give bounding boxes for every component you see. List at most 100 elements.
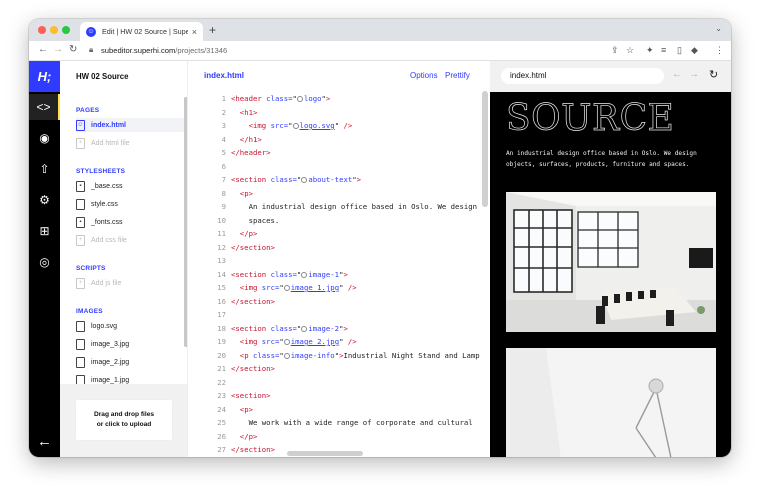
add-js-file-button[interactable]: + Add js file (76, 276, 184, 290)
add-file-icon: + (76, 234, 85, 246)
lock-icon: 🔒︎ (89, 45, 94, 54)
code-line: 24 <p> (217, 404, 253, 414)
new-tab-icon[interactable]: + (209, 23, 216, 37)
add-file-icon: + (76, 277, 85, 289)
code-line: 10 spaces. (217, 215, 280, 225)
code-line: 22 (217, 377, 226, 387)
project-title: HW 02 Source (76, 72, 129, 81)
preview-forward-icon[interactable]: → (689, 69, 699, 80)
code-line: 4 </h1> (221, 134, 262, 144)
file-label: _fonts.css (91, 218, 123, 226)
file-label: image_1.jpg (91, 376, 130, 384)
file-item-logo-svg[interactable]: logo.svg (76, 319, 184, 333)
file-item-index-html[interactable]: ☺ index.html (76, 118, 184, 132)
sitemap-icon[interactable]: ⊞ (29, 218, 60, 244)
back-arrow-icon[interactable]: ← (38, 44, 48, 55)
dropzone-line-1: Drag and drop files (93, 411, 155, 419)
file-item-image-2[interactable]: image_2.jpg (76, 355, 184, 369)
add-css-file-button[interactable]: + Add css file (76, 233, 184, 247)
minimize-window-button[interactable] (50, 26, 58, 34)
code-line: 23 <section> (217, 391, 271, 400)
maximize-window-button[interactable] (62, 26, 70, 34)
publish-icon[interactable]: ◎ (29, 249, 60, 275)
file-label: image_3.jpg (91, 340, 130, 348)
file-item-fonts-css[interactable]: ▪ _fonts.css (76, 215, 184, 229)
preview-url-field[interactable]: index.html (501, 68, 664, 84)
tab-menu-chevron-icon[interactable]: ⌄ (715, 24, 722, 33)
address-toolbar: ← → ↻ 🔒︎ subeditor.superhi.com/projects/… (29, 41, 731, 61)
tab-close-icon[interactable]: × (192, 27, 197, 37)
editor-horizontal-scrollbar[interactable] (287, 451, 363, 456)
css-file-icon (76, 198, 85, 210)
file-list: PAGES ☺ index.html + Add html file STYLESH… (60, 103, 187, 384)
code-line: 1 <header class=" logo"> (221, 94, 331, 103)
code-line: 9 An industrial design office based in O… (221, 202, 478, 211)
code-line: 20 <p class=" image-info">Industrial Nigh… (217, 350, 480, 360)
code-line: 25 We work with a wide range of corporat… (217, 418, 473, 427)
add-css-label: Add css file (91, 236, 127, 244)
image-file-icon (76, 320, 85, 332)
code-line: 16 </section> (217, 296, 275, 306)
reload-icon[interactable]: ↻ (69, 44, 77, 55)
code-line: 18 <section class=" image-2"> (217, 323, 348, 333)
add-js-label: Add js file (91, 279, 122, 287)
image-file-icon (76, 338, 85, 350)
preview-reload-icon[interactable]: ↻ (709, 68, 718, 81)
code-icon[interactable]: <> (29, 94, 60, 120)
file-item-image-3[interactable]: image_3.jpg (76, 337, 184, 351)
icon-rail: H; <> ◉ ⇧ ⚙ ⊞ ◎ ← (29, 61, 60, 457)
bookmark-star-icon[interactable]: ☆ (626, 45, 634, 56)
add-file-icon: + (76, 137, 85, 149)
superhi-logo-icon[interactable]: H; (29, 61, 60, 92)
lock-file-icon: ▪ (76, 216, 85, 228)
side-panel-icon[interactable]: ▯ (677, 45, 682, 56)
preview-eye-icon[interactable]: ◉ (29, 125, 60, 151)
share-icon[interactable]: ⇪ (611, 45, 619, 56)
extensions-puzzle-icon[interactable]: ✦ (646, 45, 654, 56)
close-window-button[interactable] (38, 26, 46, 34)
reading-list-icon[interactable]: ≡ (661, 45, 666, 55)
preview-logo: SOURCE (506, 98, 675, 139)
superhi-editor-app: H; <> ◉ ⇧ ⚙ ⊞ ◎ ← HW 02 Source PAGES ☺ in… (29, 61, 731, 457)
file-item-base-css[interactable]: ▪ _base.css (76, 179, 184, 193)
extension-icon[interactable]: ◆ (691, 45, 698, 56)
live-preview: index.html ← → ↻ SOURCE An industrial de… (490, 61, 731, 457)
file-label: index.html (91, 121, 127, 129)
code-line: 21 </section> (217, 364, 275, 373)
file-dropzone[interactable]: Drag and drop files or click to upload (75, 399, 173, 441)
code-line: 26 </p> (217, 431, 258, 441)
code-line: 7 <section class=" about-text"> (221, 175, 362, 184)
export-icon[interactable]: ⇧ (29, 156, 60, 182)
options-button[interactable]: Options (410, 71, 438, 80)
file-item-image-1[interactable]: image_1.jpg (76, 373, 184, 384)
prettify-button[interactable]: Prettify (445, 71, 470, 80)
preview-about-text: An industrial design office based in Osl… (506, 150, 697, 168)
preview-image-2 (506, 348, 716, 457)
file-label: image_2.jpg (91, 358, 130, 366)
code-line: 6 (221, 161, 226, 171)
browser-menu-icon[interactable]: ⋮ (715, 45, 724, 56)
address-bar[interactable]: 🔒︎ subeditor.superhi.com/projects/31346 (85, 43, 585, 58)
scripts-heading: SCRIPTS (76, 265, 106, 272)
add-html-file-button[interactable]: + Add html file (76, 136, 184, 150)
file-label: logo.svg (91, 322, 118, 330)
url-text: subeditor.superhi.com/projects/31346 (101, 46, 227, 55)
code-line: 5 </header> (221, 148, 271, 157)
code-line: 13 (217, 256, 226, 265)
forward-arrow-icon[interactable]: → (53, 44, 63, 55)
settings-gear-icon[interactable]: ⚙ (29, 187, 60, 213)
code-line: 19 <img src=" image_2.jpg" /> (217, 337, 357, 346)
code-editor[interactable]: index.html Options Prettify 1 <header cla… (188, 61, 490, 457)
editor-filename: index.html (204, 71, 245, 80)
file-item-style-css[interactable]: style.css (76, 197, 184, 211)
code-line: 17 (217, 310, 226, 319)
editor-vertical-scrollbar[interactable] (482, 91, 488, 207)
preview-image-1 (506, 192, 716, 332)
tab-title: Edit | HW 02 Source | SuperHi (102, 27, 188, 36)
browser-tab[interactable]: ☺ Edit | HW 02 Source | SuperHi × (80, 22, 203, 41)
image-file-icon (76, 374, 85, 384)
back-arrow-icon[interactable]: ← (29, 431, 60, 451)
images-heading: IMAGES (76, 308, 103, 315)
preview-back-icon[interactable]: ← (672, 69, 682, 80)
superhi-favicon-icon: ☺ (86, 26, 96, 37)
